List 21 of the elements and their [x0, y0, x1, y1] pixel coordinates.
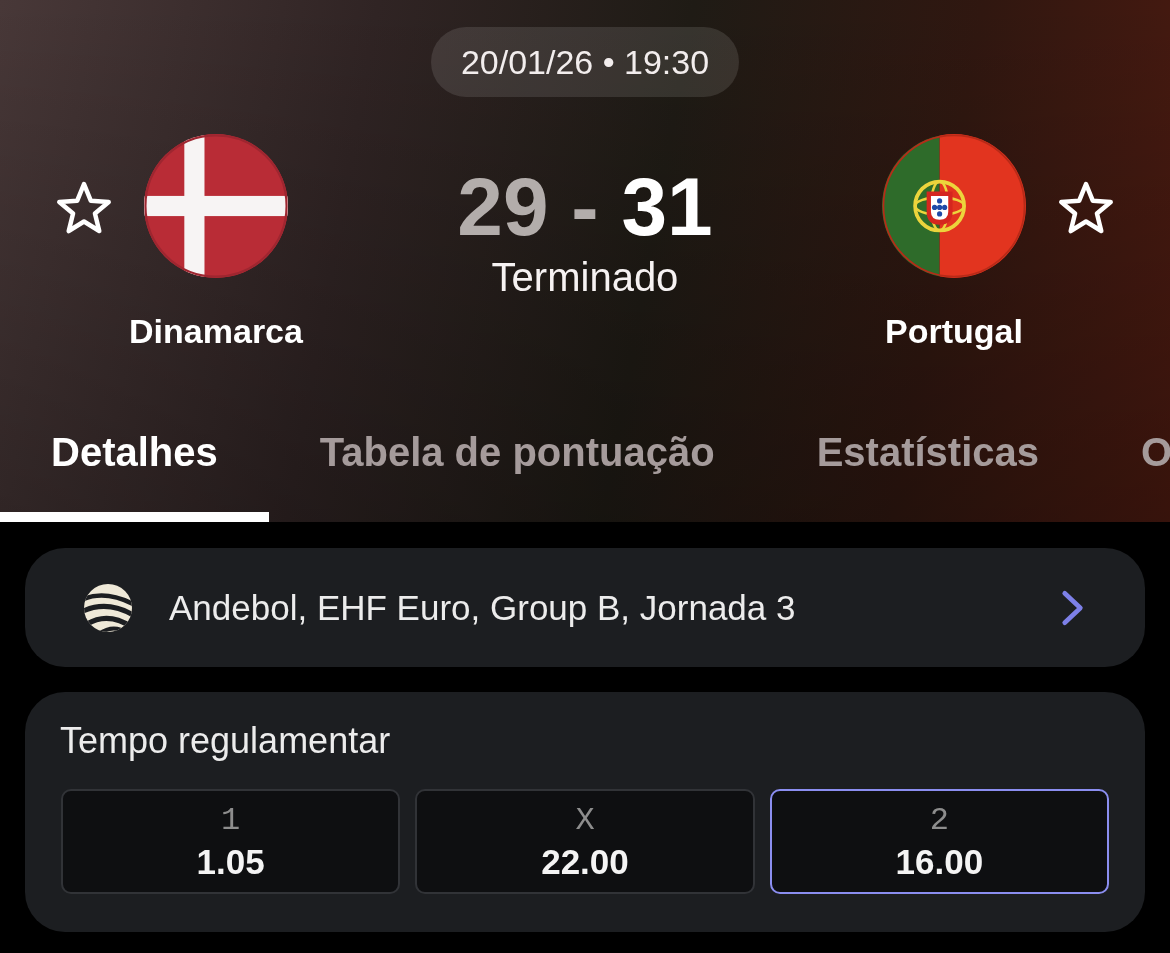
tab[interactable]: Tabela de pontuação: [268, 404, 766, 522]
odds-button[interactable]: X 22.00: [415, 789, 755, 894]
away-score: 31: [621, 161, 713, 252]
striped-ball-icon: [83, 582, 133, 633]
home-score: 29: [457, 161, 549, 252]
tab[interactable]: O: [1090, 404, 1170, 522]
competition-row[interactable]: Andebol, EHF Euro, Group B, Jornada 3: [25, 548, 1145, 667]
market-title: Tempo regulamentar: [60, 719, 391, 763]
odds-button[interactable]: 1 1.05: [61, 789, 401, 894]
star-icon[interactable]: [1057, 180, 1115, 236]
team-name: Portugal: [885, 311, 1023, 351]
match-status: Terminado: [491, 254, 679, 301]
tab[interactable]: Estatísticas: [765, 404, 1090, 522]
odds-button[interactable]: 2 16.00: [769, 789, 1109, 894]
match-datetime: 20/01/26 • 19:30: [430, 27, 740, 97]
tab[interactable]: Detalhes: [0, 404, 269, 522]
star-icon[interactable]: [55, 180, 113, 236]
chevron-right-icon: [1061, 588, 1085, 627]
team-name: Dinamarca: [129, 311, 303, 351]
score-separator: -: [571, 161, 599, 252]
portugal-flag-icon: [882, 134, 1026, 278]
